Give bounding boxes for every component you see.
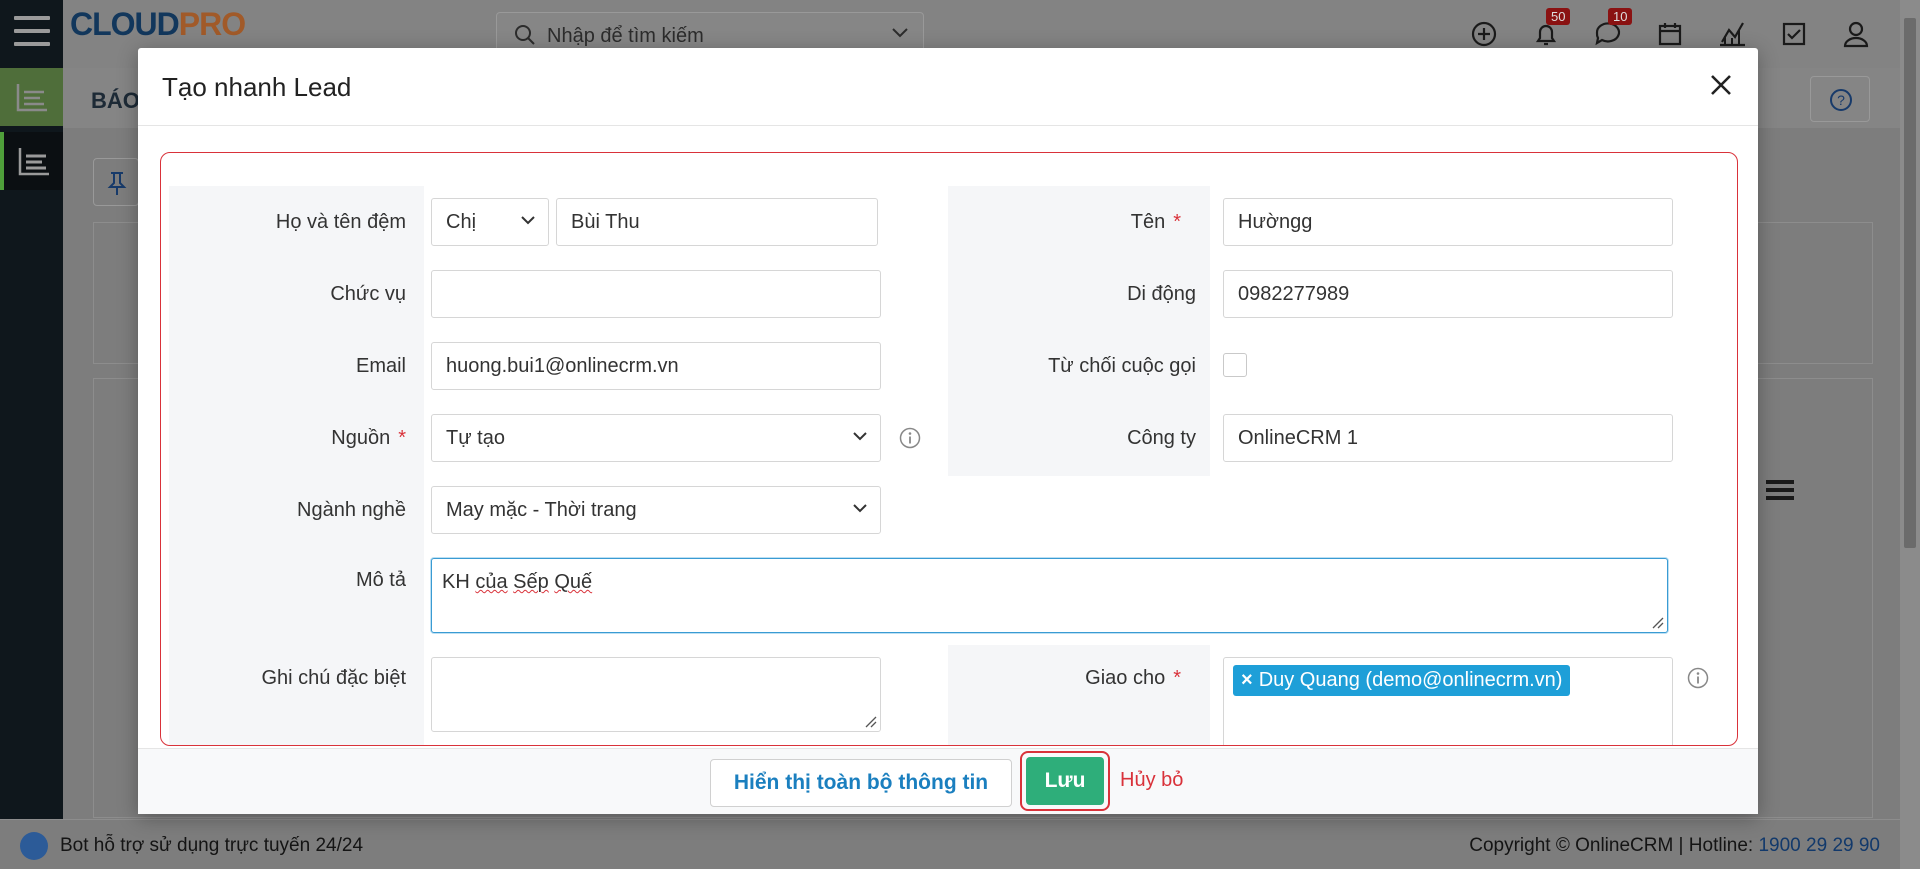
first-name-field[interactable]: Hườngg (1223, 198, 1673, 246)
top-icon-bar: 50 10 (1468, 8, 1872, 50)
chevron-down-icon (521, 216, 535, 225)
svg-text:?: ? (1837, 92, 1845, 108)
help-button[interactable]: ? (1810, 76, 1870, 122)
hotline-link[interactable]: 1900 29 29 90 (1758, 835, 1880, 856)
description-word: KH (442, 571, 470, 593)
assigned-user-tag[interactable]: × Duy Quang (demo@onlinecrm.vn) (1233, 665, 1571, 696)
hamburger-menu-icon[interactable] (14, 16, 50, 46)
sidebar-item-list[interactable] (0, 68, 63, 126)
scrollbar-thumb[interactable] (1904, 18, 1916, 548)
do-not-call-label: Từ chối cuộc gọi (1048, 355, 1196, 377)
add-icon[interactable] (1468, 18, 1500, 50)
bot-support-text[interactable]: Bot hỗ trợ sử dụng trực tuyến 24/24 (60, 835, 363, 857)
chart-icon[interactable] (1716, 18, 1748, 50)
resize-handle-icon[interactable] (1652, 617, 1664, 629)
close-icon (1711, 75, 1731, 95)
save-button[interactable]: Lưu (1026, 757, 1104, 805)
first-name-value: Hườngg (1238, 211, 1313, 233)
source-select[interactable]: Tự tạo (431, 414, 881, 462)
source-label: Nguồn * (331, 427, 406, 449)
required-mark: * (398, 427, 406, 449)
mobile-label: Di động (1127, 283, 1196, 305)
description-label: Mô tả (355, 569, 406, 591)
industry-select[interactable]: May mặc - Thời trang (431, 486, 881, 534)
middle-name-value: Bùi Thu (571, 211, 640, 233)
task-check-icon[interactable] (1778, 18, 1810, 50)
chevron-down-icon (853, 432, 867, 441)
messenger-icon[interactable] (20, 832, 48, 860)
required-mark: * (1173, 667, 1181, 689)
company-field[interactable]: OnlineCRM 1 (1223, 414, 1673, 462)
modal-title: Tạo nhanh Lead (162, 72, 352, 102)
mobile-value: 0982277989 (1238, 283, 1350, 305)
search-icon (515, 25, 535, 45)
salutation-select[interactable]: Chị (431, 198, 549, 246)
calendar-icon[interactable] (1654, 18, 1686, 50)
chevron-down-icon (892, 28, 908, 38)
resize-handle-icon[interactable] (865, 716, 877, 728)
description-textarea[interactable]: KH của Sếp Quế (431, 558, 1668, 633)
full-name-label: Họ và tên đệm (275, 211, 406, 233)
assigned-user-name: Duy Quang (demo@onlinecrm.vn) (1258, 669, 1563, 691)
description-word: Quế (554, 571, 593, 593)
search-placeholder: Nhập để tìm kiếm (547, 25, 704, 47)
message-count-badge: 10 (1608, 8, 1633, 25)
notification-bell-icon[interactable]: 50 (1530, 8, 1571, 50)
description-word: Sếp (513, 571, 549, 593)
help-icon: ? (1830, 89, 1852, 111)
page-scrollbar[interactable] (1900, 0, 1920, 869)
pin-icon (107, 172, 127, 195)
email-value: huong.bui1@onlinecrm.vn (446, 355, 679, 377)
first-name-label: Tên * (1130, 211, 1181, 233)
description-word: của (475, 571, 508, 593)
modal-footer: Hiển thị toàn bộ thông tin Lưu Hủy bỏ (138, 748, 1758, 814)
report-icon (18, 148, 49, 176)
cancel-link[interactable]: Hủy bỏ (1120, 769, 1183, 792)
middle-name-field[interactable]: Bùi Thu (556, 198, 878, 246)
lead-form: Họ và tên đệm Chị Bùi Thu Tên * Hườngg Ch… (160, 152, 1738, 746)
quick-create-lead-modal: Tạo nhanh Lead Họ và tên đệm Chị Bùi Thu… (138, 48, 1758, 814)
special-note-label: Ghi chú đặc biệt (261, 667, 406, 689)
chevron-down-icon (853, 504, 867, 513)
do-not-call-checkbox[interactable] (1223, 353, 1247, 377)
close-button[interactable] (1704, 68, 1738, 102)
required-mark: * (1173, 211, 1181, 233)
salutation-value: Chị (446, 211, 477, 233)
list-icon (16, 84, 47, 112)
email-field[interactable]: huong.bui1@onlinecrm.vn (431, 342, 881, 390)
company-label: Công ty (1127, 427, 1196, 449)
modal-header: Tạo nhanh Lead (138, 48, 1758, 126)
company-value: OnlineCRM 1 (1238, 427, 1359, 449)
left-sidebar (0, 0, 63, 869)
sidebar-item-report[interactable] (0, 132, 63, 190)
copyright-label: Copyright © OnlineCRM | Hotline: (1469, 835, 1759, 856)
page-footer: Bot hỗ trợ sử dụng trực tuyến 24/24 Copy… (0, 819, 1900, 869)
chat-icon[interactable]: 10 (1592, 8, 1633, 50)
page-title: BÁO (91, 88, 140, 113)
industry-value: May mặc - Thời trang (446, 499, 637, 521)
job-title-field[interactable] (431, 270, 881, 318)
pin-button[interactable] (93, 158, 139, 206)
assigned-info-icon[interactable] (1687, 667, 1709, 689)
email-label: Email (355, 355, 406, 377)
source-value: Tự tạo (446, 427, 505, 449)
show-all-fields-button[interactable]: Hiển thị toàn bộ thông tin (710, 759, 1012, 807)
mobile-field[interactable]: 0982277989 (1223, 270, 1673, 318)
industry-label: Ngành nghề (297, 499, 406, 521)
special-note-textarea[interactable] (431, 657, 881, 732)
app-logo: CLOUDPRO (66, 6, 246, 48)
remove-tag-icon[interactable]: × (1241, 669, 1253, 691)
copyright-text: Copyright © OnlineCRM | Hotline: 1900 29… (1469, 835, 1880, 857)
notification-count-badge: 50 (1546, 8, 1571, 25)
source-info-icon[interactable] (899, 427, 921, 449)
job-title-label: Chức vụ (330, 283, 406, 305)
panel-menu-icon[interactable] (1766, 480, 1794, 504)
assigned-to-label: Giao cho * (1085, 667, 1181, 689)
user-profile-icon[interactable] (1840, 18, 1872, 50)
